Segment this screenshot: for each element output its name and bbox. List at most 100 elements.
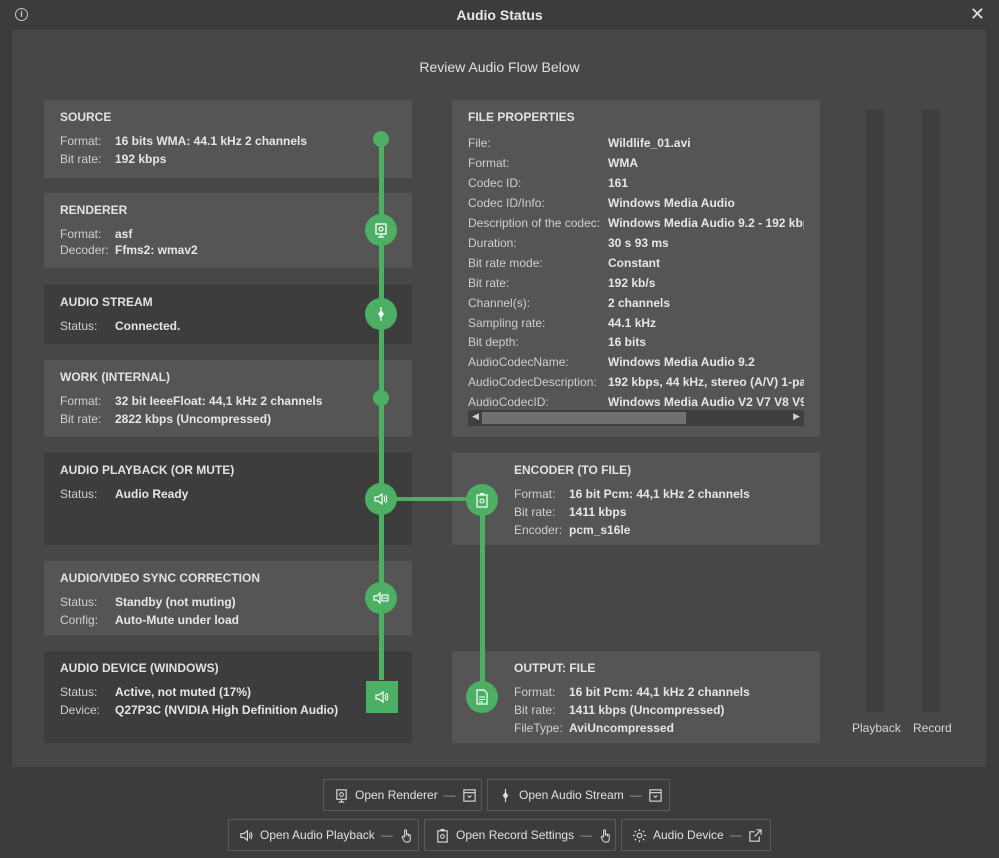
renderer-node[interactable] [365,214,397,246]
renderer-decoder-value: Ffms2: wmav2 [115,243,198,257]
playback-meter [866,110,884,712]
source-bitrate-label: Bit rate: [60,152,102,166]
speaker-icon [240,829,253,841]
record-meter-label: Record [913,721,952,735]
source-node-dot [373,131,389,147]
fp-value: Constant [608,256,660,270]
fp-label: Codec ID/Info: [468,196,545,210]
separator-dash: — [629,788,642,802]
gear-icon [632,828,647,842]
encoder-bitrate-label: Bit rate: [514,505,556,519]
playback-meter-label: Playback [852,721,901,735]
close-icon[interactable]: ✕ [970,4,985,25]
sync-node[interactable] [365,582,397,614]
fp-label: Channel(s): [468,296,531,310]
encoder-node[interactable] [466,484,498,516]
fp-value: Windows Media Audio 9.2 [608,355,755,369]
fp-label: Sampling rate: [468,316,546,330]
playback-status-label: Status: [60,487,98,501]
sync-panel: AUDIO/VIDEO SYNC CORRECTION Status: Stand… [44,561,412,635]
hand-pointer-icon [401,828,411,843]
work-node-dot [373,390,389,406]
work-panel: WORK (INTERNAL) Format: 32 bit IeeeFloat:… [44,360,412,437]
device-node[interactable] [366,681,398,713]
scroll-left-icon[interactable]: ◀ [472,411,479,422]
record-meter [922,110,940,712]
fp-label: AudioCodecName: [468,355,569,369]
source-title: SOURCE [60,110,112,124]
separator-dash: — [729,828,742,842]
open-audio-playback-button[interactable]: Open Audio Playback — [228,819,419,851]
separator-dash: — [380,828,393,842]
fp-label: Bit rate: [468,276,510,290]
fp-label: Codec ID: [468,176,522,190]
page-subtitle: Review Audio Flow Below [419,59,580,75]
source-panel: SOURCE Format: 16 bits WMA: 44.1 kHz 2 ch… [44,100,412,178]
dropdown-panel-icon [649,788,662,802]
audio-stream-status-label: Status: [60,319,98,333]
output-filetype-value: AviUncompressed [569,721,674,735]
source-bitrate-value: 192 kbps [115,152,167,166]
fp-label: Format: [468,156,510,170]
fp-value: 30 s 93 ms [608,236,669,250]
encoder-panel: ENCODER (TO FILE) Format: 16 bit Pcm: 44,… [452,453,820,545]
fp-value: 192 kbps, 44 kHz, stereo (A/V) 1-pas [608,375,804,389]
output-format-label: Format: [514,685,556,699]
device-title: AUDIO DEVICE (WINDOWS) [60,661,219,675]
file-properties-title: FILE PROPERTIES [468,110,575,124]
work-bitrate-label: Bit rate: [60,412,102,426]
fp-label: Description of the codec: [468,216,601,230]
encoder-name-value: pcm_s16le [569,523,631,537]
renderer-decoder-label: Decoder: [60,243,109,257]
audio-stream-panel: AUDIO STREAM Status: Connected. [44,285,412,344]
horizontal-scrollbar[interactable]: ◀ ▶ [468,410,804,426]
encoder-title: ENCODER (TO FILE) [514,463,632,477]
sync-title: AUDIO/VIDEO SYNC CORRECTION [60,571,261,585]
renderer-format-value: asf [115,227,133,241]
open-record-settings-button[interactable]: Open Record Settings — [424,819,616,851]
renderer-icon [375,223,387,238]
title-bar: i Audio Status ✕ [0,0,999,30]
window-title: Audio Status [456,7,543,23]
open-audio-stream-button[interactable]: Open Audio Stream — [487,779,670,811]
encoder-name-label: Encoder: [514,523,563,537]
output-format-value: 16 bit Pcm: 44,1 kHz 2 channels [569,685,750,699]
renderer-title: RENDERER [60,203,128,217]
encoder-format-label: Format: [514,487,556,501]
separator-dash: — [443,788,456,802]
encoder-icon [476,493,488,508]
open-record-settings-label: Open Record Settings [456,828,575,842]
audio-device-button[interactable]: Audio Device — [621,819,771,851]
work-bitrate-value: 2822 kbps (Uncompressed) [115,412,272,426]
sync-mute-icon [373,591,389,605]
audio-stream-icon [378,307,384,321]
work-format-value: 32 bit IeeeFloat: 44,1 kHz 2 channels [115,394,323,408]
renderer-panel: RENDERER Format: asf Decoder: Ffms2: wmav2 [44,193,412,268]
separator-dash: — [580,828,593,842]
scroll-right-icon[interactable]: ▶ [793,411,800,422]
scrollbar-thumb[interactable] [482,412,686,424]
audio-stream-node[interactable] [365,298,397,330]
playback-status-value: Audio Ready [115,487,189,501]
audio-stream-status-value: Connected. [115,319,181,333]
device-speaker-icon [375,690,389,704]
output-title: OUTPUT: FILE [514,661,596,675]
audio-device-label: Audio Device [653,828,724,842]
output-filetype-label: FileType: [514,721,563,735]
source-format-label: Format: [60,134,102,148]
speaker-icon [374,492,388,506]
renderer-icon [336,788,347,803]
external-link-icon [749,828,762,842]
fp-value: Windows Media Audio V2 V7 V8 V9 [608,395,804,409]
output-bitrate-value: 1411 kbps (Uncompressed) [569,703,725,717]
output-panel: OUTPUT: FILE Format: 16 bit Pcm: 44,1 kHz… [452,651,820,743]
fp-value: Windows Media Audio 9.2 - 192 kbp [608,216,804,230]
fp-value: 192 kb/s [608,276,656,290]
output-file-node[interactable] [466,681,498,713]
renderer-format-label: Format: [60,227,102,241]
playback-panel: AUDIO PLAYBACK (OR MUTE) Status: Audio Re… [44,453,412,545]
open-renderer-button[interactable]: Open Renderer — [323,779,482,811]
open-audio-stream-label: Open Audio Stream [519,788,624,802]
fp-value: 44.1 kHz [608,316,657,330]
playback-node[interactable] [365,483,397,515]
